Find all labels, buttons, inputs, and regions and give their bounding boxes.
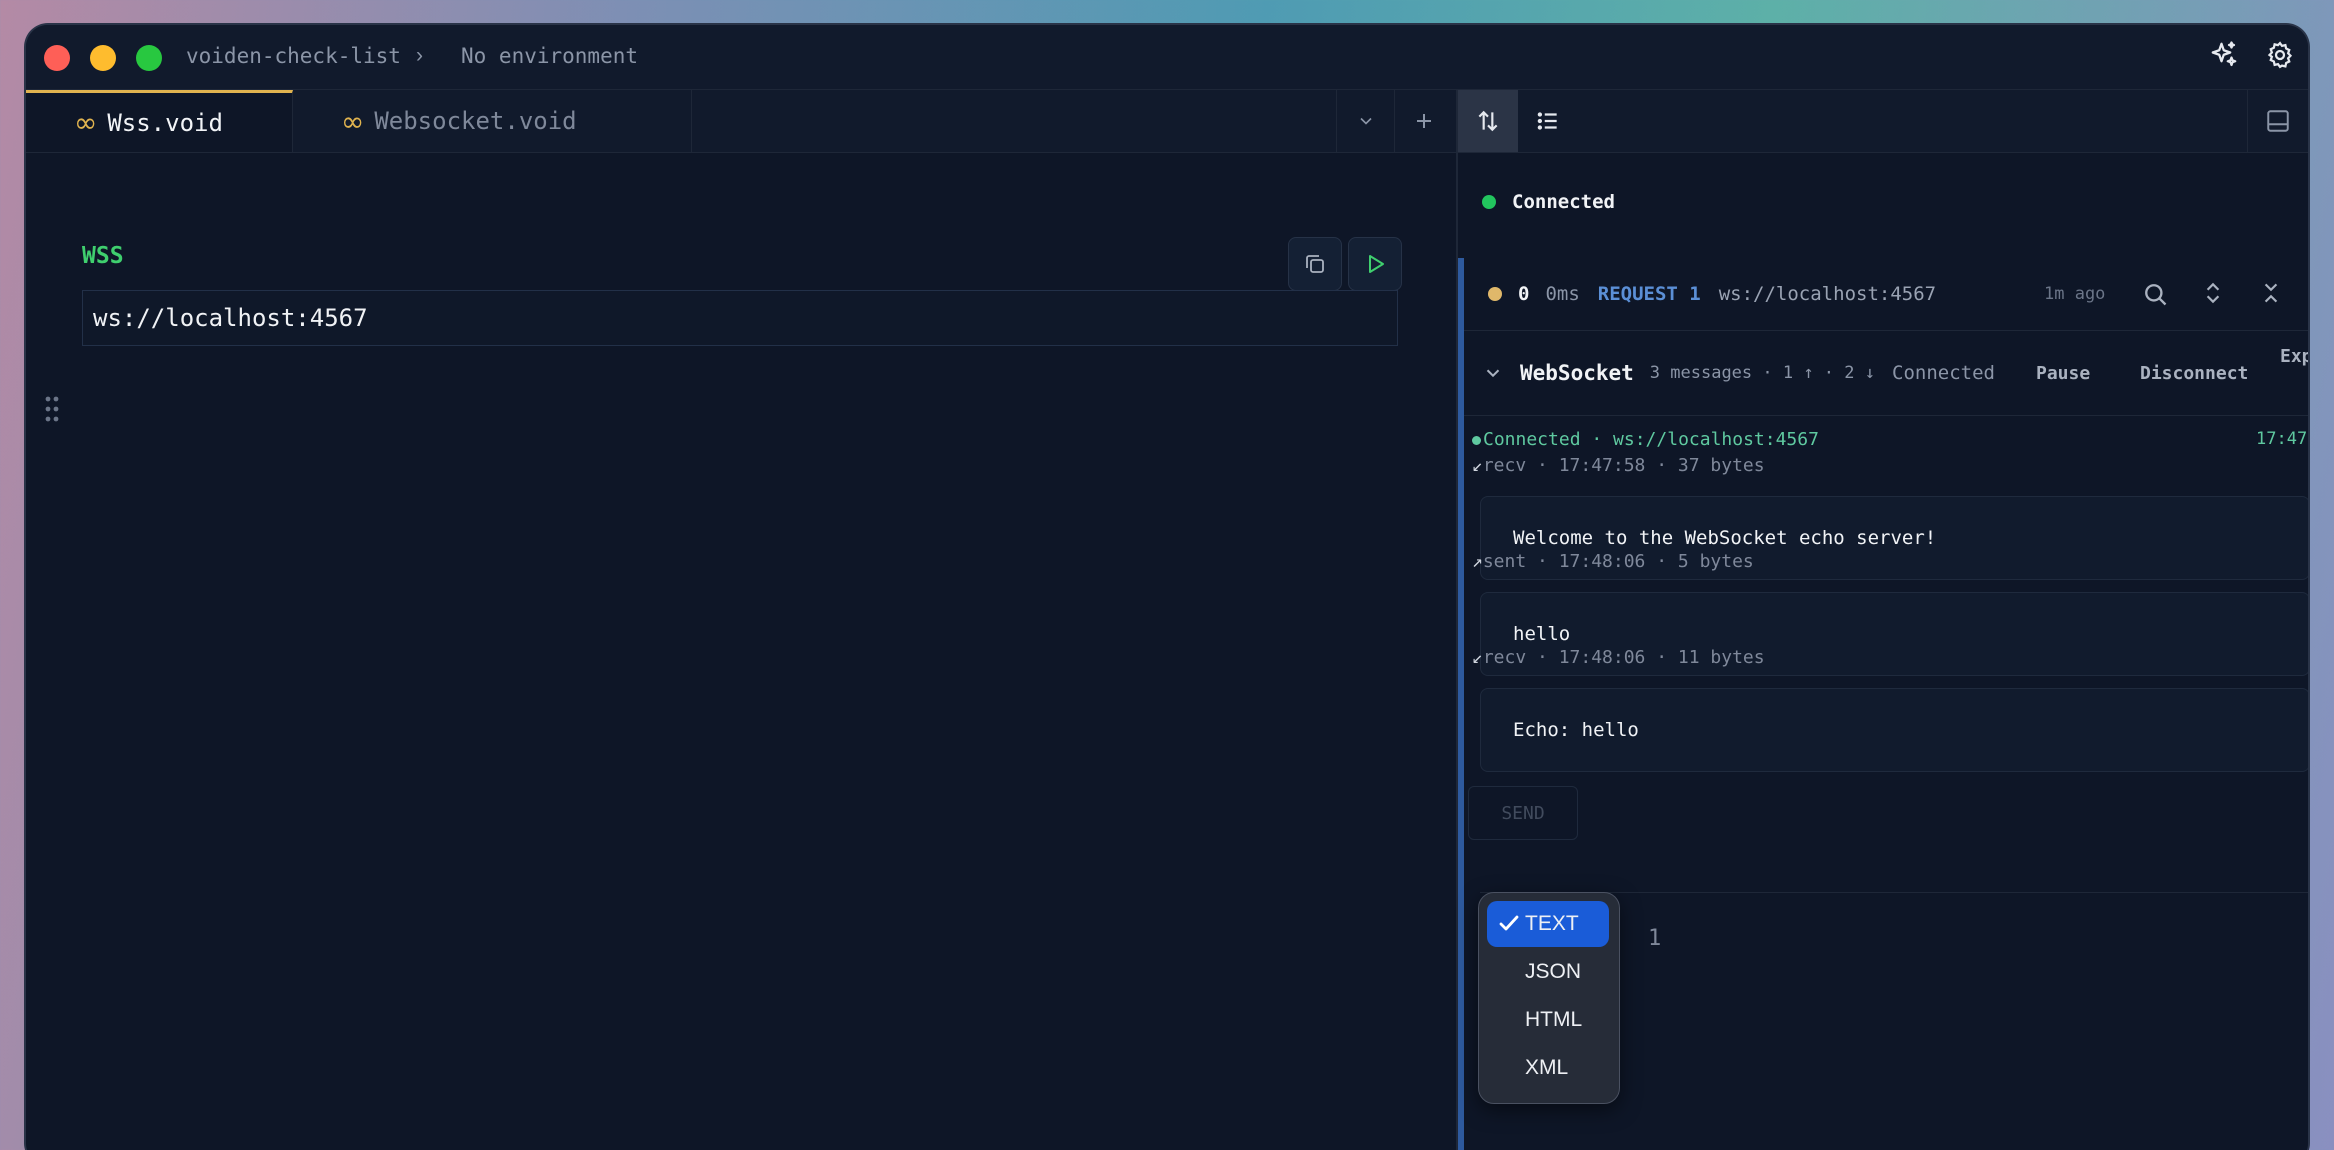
title-actions <box>2196 40 2308 70</box>
format-option-xml[interactable]: XML <box>1487 1045 1609 1091</box>
format-option-label: TEXT <box>1525 912 1579 935</box>
websocket-title: WebSocket <box>1520 361 1634 385</box>
infinity-icon: ∞ <box>341 104 365 138</box>
ai-sparkle-icon[interactable] <box>2196 40 2252 70</box>
message-meta: ↙recv · 17:47:58 · 37 bytes <box>1472 455 1765 476</box>
list-icon <box>1537 112 1557 130</box>
history-view-button[interactable] <box>1518 90 1578 152</box>
copy-icon <box>1306 255 1324 273</box>
format-option-label: JSON <box>1525 960 1582 983</box>
title-bar: voiden-check-list › No environment <box>26 25 2308 90</box>
request-status-code: 0 <box>1518 283 1530 305</box>
editor-tab-bar: ∞ Wss.void ∞ Websocket.void <box>26 90 1456 153</box>
message-meta-text: sent · 17:48:06 · 5 bytes <box>1482 551 1754 572</box>
minimize-window-button[interactable] <box>90 45 116 71</box>
message-meta: ↙recv · 17:48:06 · 11 bytes <box>1472 647 1765 668</box>
message-meta-text: recv · 17:47:58 · 37 bytes <box>1482 455 1765 476</box>
gear-icon[interactable] <box>2252 40 2308 70</box>
connected-dot-icon <box>1472 435 1481 445</box>
request-row[interactable]: 0 0ms REQUEST 1 ws://localhost:4567 1m a… <box>1464 258 2308 331</box>
chevron-down-icon <box>1360 117 1372 125</box>
tab-label: Wss.void <box>107 108 223 137</box>
format-option-html[interactable]: HTML <box>1487 997 1609 1043</box>
panel-layout-icon <box>2267 110 2289 132</box>
connected-time: 17:47:58 <box>2256 429 2308 449</box>
close-window-button[interactable] <box>44 45 70 71</box>
chevron-down-icon[interactable] <box>1482 362 1504 389</box>
export-button[interactable]: Expor ↓ <box>2280 343 2308 399</box>
request-status-dot-icon <box>1488 287 1502 301</box>
status-dot-icon <box>1482 195 1496 209</box>
connected-line-text: Connected · ws://localhost:4567 <box>1483 429 1819 450</box>
recv-arrow-icon: ↙ <box>1472 647 1483 668</box>
drag-handle-icon[interactable] <box>44 395 60 428</box>
format-option-json[interactable]: JSON <box>1487 949 1609 995</box>
compose-line-number: 1 <box>1648 926 1662 951</box>
message-format-dropdown[interactable]: TEXT JSON HTML XML <box>1478 892 1620 1104</box>
response-view-button[interactable] <box>1458 90 1518 152</box>
copy-button[interactable] <box>1288 237 1342 291</box>
websocket-header: WebSocket 3 messages · 1 ↑ · 2 ↓ Connect… <box>1464 331 2308 416</box>
collapse-icon[interactable] <box>2258 280 2284 311</box>
request-url: ws://localhost:4567 <box>1718 283 1937 305</box>
format-option-label: HTML <box>1525 1008 1583 1031</box>
new-tab-button[interactable] <box>1394 90 1453 152</box>
run-button[interactable] <box>1348 237 1402 291</box>
toggle-panel-button[interactable] <box>2247 90 2308 152</box>
tab-list-dropdown-button[interactable] <box>1336 90 1395 152</box>
app-window: voiden-check-list › No environment ∞ Wss… <box>26 25 2308 1150</box>
checkmark-icon <box>1499 915 1519 931</box>
export-label: Expor <box>2280 346 2308 367</box>
pause-button[interactable]: Pause <box>2036 363 2090 384</box>
expand-icon[interactable] <box>2200 280 2226 311</box>
sort-arrows-icon <box>1478 110 1498 132</box>
message-body[interactable]: Echo: hello <box>1480 688 2308 772</box>
project-name[interactable]: voiden-check-list <box>186 44 401 68</box>
request-age: 1m ago <box>2044 284 2106 304</box>
websocket-summary: 3 messages · 1 ↑ · 2 ↓ <box>1649 363 1875 383</box>
maximize-window-button[interactable] <box>136 45 162 71</box>
infinity-icon: ∞ <box>74 106 98 139</box>
sent-arrow-icon: ↗ <box>1472 551 1483 572</box>
response-tab-bar <box>1458 90 2308 153</box>
tab-wss-void[interactable]: ∞ Wss.void <box>26 90 293 152</box>
disconnect-button[interactable]: Disconnect <box>2140 363 2248 384</box>
websocket-state: Connected <box>1892 362 1995 384</box>
search-icon[interactable] <box>2141 280 2169 313</box>
format-option-label: XML <box>1525 1056 1569 1079</box>
message-meta: ↗sent · 17:48:06 · 5 bytes <box>1472 551 1754 572</box>
play-icon <box>1369 255 1384 273</box>
connection-status: Connected <box>1482 191 1615 213</box>
tab-websocket-void[interactable]: ∞ Websocket.void <box>293 90 692 152</box>
connected-line: Connected · ws://localhost:4567 <box>1472 429 1819 450</box>
export-arrow-icon: ↓ <box>2292 374 2308 395</box>
message-meta-text: recv · 17:48:06 · 11 bytes <box>1482 647 1765 668</box>
environment-selector[interactable]: No environment <box>461 44 638 68</box>
url-input[interactable]: ws://localhost:4567 <box>82 290 1398 346</box>
wss-block-label: WSS <box>82 243 124 269</box>
request-label: REQUEST 1 <box>1597 283 1701 305</box>
plus-icon <box>1417 114 1431 128</box>
breadcrumb-separator: › <box>416 44 423 67</box>
editor-area[interactable]: WSS ws://localhost:4567 <box>26 153 1456 1150</box>
connection-status-text: Connected <box>1512 191 1615 213</box>
send-button[interactable]: SEND <box>1468 786 1578 840</box>
request-duration: 0ms <box>1545 283 1580 305</box>
recv-arrow-icon: ↙ <box>1472 455 1483 476</box>
tab-label: Websocket.void <box>374 107 577 135</box>
format-option-text[interactable]: TEXT <box>1487 901 1609 947</box>
